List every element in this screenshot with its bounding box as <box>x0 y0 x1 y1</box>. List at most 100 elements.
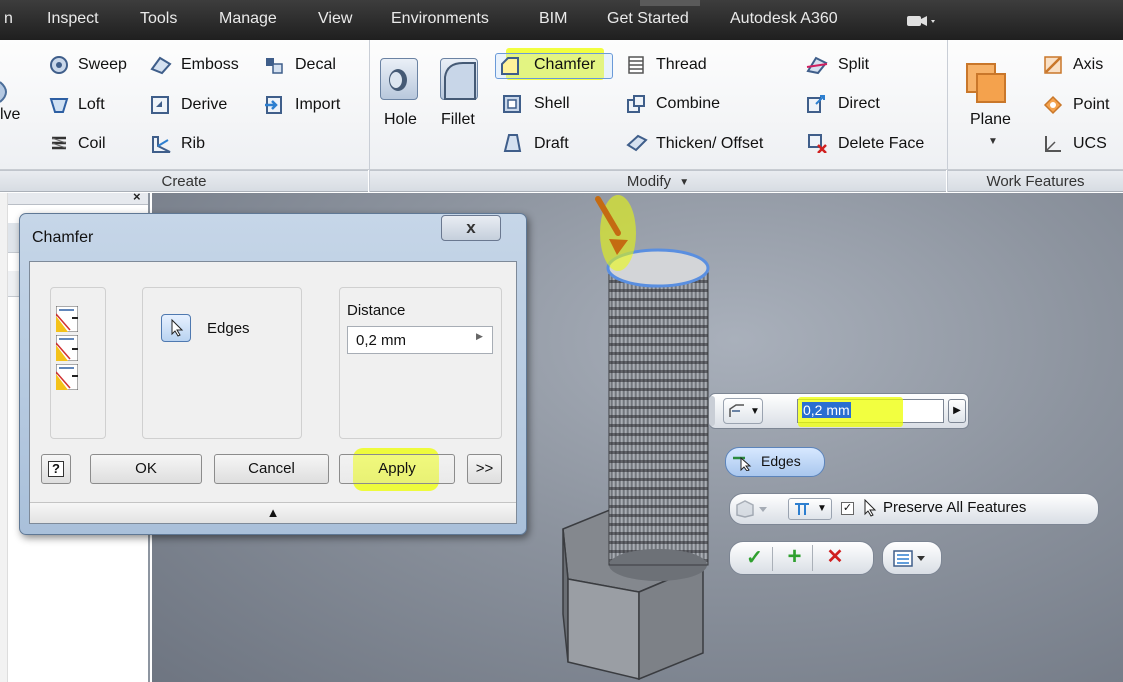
chevron-down-icon: ▼ <box>679 176 690 188</box>
edges-group <box>142 287 302 439</box>
split-icon[interactable] <box>806 55 828 75</box>
emboss-icon[interactable] <box>150 55 172 75</box>
apply-plus-icon[interactable]: + <box>777 545 813 571</box>
sweep-button[interactable]: Sweep <box>78 56 127 74</box>
point-button[interactable]: Point <box>1073 96 1109 114</box>
thicken-offset-icon[interactable] <box>626 133 648 152</box>
delete-face-icon[interactable] <box>806 133 827 154</box>
decal-icon[interactable] <box>264 55 283 74</box>
revolve-label[interactable]: lve <box>0 106 20 124</box>
sweep-icon[interactable] <box>49 55 68 74</box>
chamfer-icon[interactable] <box>500 56 519 75</box>
draft-icon[interactable] <box>502 133 522 152</box>
plane-icon[interactable] <box>965 62 1007 106</box>
coil-button[interactable]: Coil <box>78 135 106 153</box>
solid-body-icon[interactable] <box>735 499 771 523</box>
tab-bim[interactable]: BIM <box>539 10 567 28</box>
fillet-icon[interactable] <box>440 58 478 100</box>
thicken-offset-button[interactable]: Thicken/ Offset <box>656 135 763 153</box>
plane-dropdown-icon[interactable]: ▼ <box>988 136 998 147</box>
distance-value-mini: 0,2 mm <box>802 402 851 418</box>
direct-icon[interactable] <box>806 94 825 113</box>
close-button[interactable]: x <box>441 215 501 241</box>
direct-button[interactable]: Direct <box>838 95 880 113</box>
import-button[interactable]: Import <box>295 96 340 114</box>
more-button[interactable]: >> <box>467 454 502 484</box>
tab-inspect[interactable]: Inspect <box>47 10 99 28</box>
combine-icon[interactable] <box>626 94 645 113</box>
shell-button[interactable]: Shell <box>534 95 570 113</box>
combine-button[interactable]: Combine <box>656 95 720 113</box>
chamfer-button[interactable]: Chamfer <box>534 56 595 74</box>
loft-button[interactable]: Loft <box>78 96 105 114</box>
draft-button[interactable]: Draft <box>534 135 569 153</box>
decal-button[interactable]: Decal <box>295 56 336 74</box>
distance-flyout-icon[interactable]: ▶ <box>476 331 483 342</box>
ok-check-icon[interactable]: ✓ <box>737 547 773 571</box>
axis-icon[interactable] <box>1043 55 1062 74</box>
axis-button[interactable]: Axis <box>1073 56 1103 74</box>
expand-bar[interactable]: ▲ <box>30 502 516 523</box>
revolve-icon[interactable] <box>0 78 14 106</box>
tab-get-started[interactable]: Get Started <box>607 10 689 28</box>
ribbon: lve Sweep Emboss Decal Loft Derive Impor… <box>0 40 1123 192</box>
hole-button[interactable]: Hole <box>384 111 417 129</box>
video-camera-icon[interactable] <box>906 14 938 28</box>
fillet-button[interactable]: Fillet <box>441 111 475 129</box>
tab-partial[interactable]: n <box>4 10 13 28</box>
edges-select-button[interactable] <box>161 314 191 342</box>
ucs-icon[interactable] <box>1043 134 1061 152</box>
tab-view[interactable]: View <box>318 10 352 28</box>
ucs-button[interactable]: UCS <box>1073 135 1107 153</box>
emboss-button[interactable]: Emboss <box>181 56 239 74</box>
close-icon: x <box>466 218 476 237</box>
rib-icon[interactable] <box>150 134 171 153</box>
tab-environments[interactable]: Environments <box>391 10 489 28</box>
chamfer-type-dropdown[interactable]: ▼ <box>723 398 763 424</box>
import-icon[interactable] <box>264 95 282 114</box>
split-button[interactable]: Split <box>838 56 869 74</box>
tab-autodesk-a360[interactable]: Autodesk A360 <box>730 10 838 28</box>
help-button[interactable]: ? <box>41 454 71 484</box>
derive-icon[interactable] <box>150 95 169 114</box>
coil-icon[interactable] <box>49 134 67 152</box>
cancel-button[interactable]: Cancel <box>214 454 329 484</box>
rib-button[interactable]: Rib <box>181 135 205 153</box>
browser-scrollbar[interactable] <box>0 193 8 682</box>
preserve-checkbox[interactable]: ✓ <box>841 502 854 515</box>
modify-panel-label: Modify <box>626 173 672 190</box>
browser-close-icon[interactable]: × <box>133 189 141 204</box>
derive-button[interactable]: Derive <box>181 96 227 114</box>
ok-button[interactable]: OK <box>90 454 202 484</box>
point-icon[interactable] <box>1043 95 1063 115</box>
distance-value: 0,2 mm <box>356 332 407 349</box>
apply-button[interactable]: Apply <box>339 454 455 484</box>
create-panel-title[interactable]: Create <box>0 170 368 192</box>
loft-icon[interactable] <box>49 95 69 113</box>
cancel-x-icon[interactable]: ✕ <box>817 546 853 570</box>
work-features-panel-title[interactable]: Work Features <box>948 170 1123 192</box>
hole-icon[interactable] <box>380 58 418 100</box>
distance-chamfer-icon[interactable] <box>55 305 79 333</box>
plane-button[interactable]: Plane <box>970 111 1011 129</box>
dialog-title: Chamfer <box>32 229 94 246</box>
edges-selector-mini[interactable]: Edges <box>725 447 825 477</box>
distance-arrow-button[interactable]: ▶ <box>948 399 966 423</box>
menu-bar: n Inspect Tools Manage View Environments… <box>0 0 1123 40</box>
tab-manage[interactable]: Manage <box>219 10 277 28</box>
distance-angle-chamfer-icon[interactable] <box>55 334 79 362</box>
tab-tools[interactable]: Tools <box>140 10 177 28</box>
thread-button[interactable]: Thread <box>656 56 707 74</box>
cursor-icon <box>863 498 877 521</box>
modify-panel-title[interactable]: Modify ▼ <box>370 170 946 192</box>
setback-dropdown[interactable]: ▼ <box>788 498 832 520</box>
thread-icon[interactable] <box>626 55 644 74</box>
mini-toolbar-menu-button[interactable] <box>882 541 942 575</box>
edges-select-icon <box>732 453 754 475</box>
distance-input[interactable]: 0,2 mm ▶ <box>347 326 493 354</box>
distance-input-mini[interactable]: 0,2 mm <box>797 397 944 427</box>
mini-toolbar-grip[interactable] <box>709 396 715 426</box>
two-distance-chamfer-icon[interactable] <box>55 363 79 391</box>
shell-icon[interactable] <box>502 94 521 113</box>
delete-face-button[interactable]: Delete Face <box>838 135 924 153</box>
